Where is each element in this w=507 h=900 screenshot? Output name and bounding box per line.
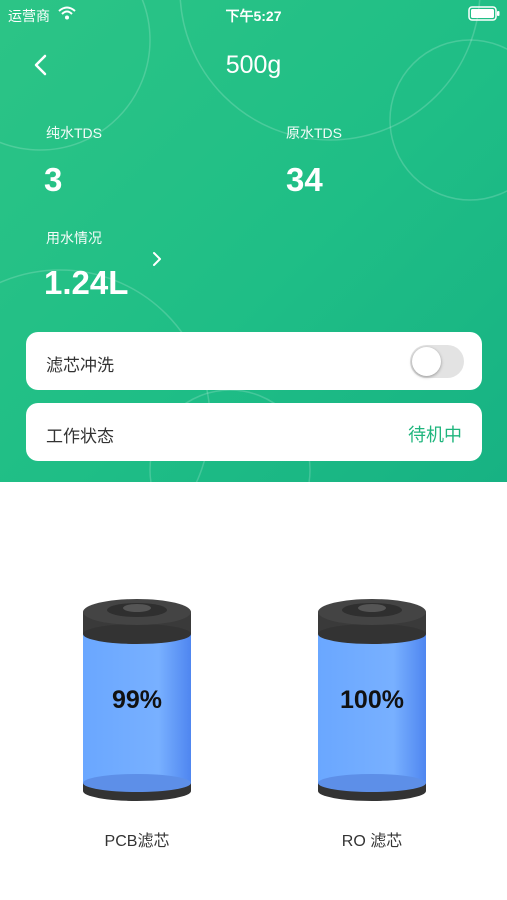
work-status-label: 工作状态 [46, 427, 114, 446]
work-status-value: 待机中 [408, 425, 462, 445]
status-time: 下午5:27 [225, 8, 282, 24]
usage-label: 用水情况 [46, 230, 102, 246]
pure-tds-value: 3 [44, 161, 63, 198]
raw-tds-label: 原水TDS [286, 125, 342, 141]
page-title: 500g [225, 51, 282, 79]
pcb-filter-cartridge: 99% [81, 598, 193, 808]
filter-percentage: 99% [111, 686, 163, 714]
raw-tds-value: 34 [286, 161, 323, 198]
chevron-right-icon[interactable] [150, 250, 164, 268]
ro-filter-name: RO 滤芯 [341, 833, 403, 850]
battery-icon [468, 6, 500, 21]
usage-value[interactable]: 1.24L [44, 264, 128, 302]
ro-filter-cartridge: 100% [316, 598, 428, 808]
status-bar: 运营商 下午5:27 [0, 0, 507, 28]
filter-flush-card: 滤芯冲洗 [26, 332, 482, 390]
pcb-filter-name: PCB滤芯 [104, 833, 170, 850]
toggle-knob [412, 347, 441, 376]
pure-tds-label: 纯水TDS [46, 125, 102, 141]
work-status-card: 工作状态 待机中 [26, 403, 482, 461]
filter-flush-label: 滤芯冲洗 [46, 356, 114, 375]
header-panel: 运营商 下午5:27 500g 纯水TDS 3 原水TDS 34 用水情况 1.… [0, 0, 507, 482]
filter-flush-toggle[interactable] [410, 345, 464, 378]
filter-percentage: 100% [340, 686, 404, 714]
